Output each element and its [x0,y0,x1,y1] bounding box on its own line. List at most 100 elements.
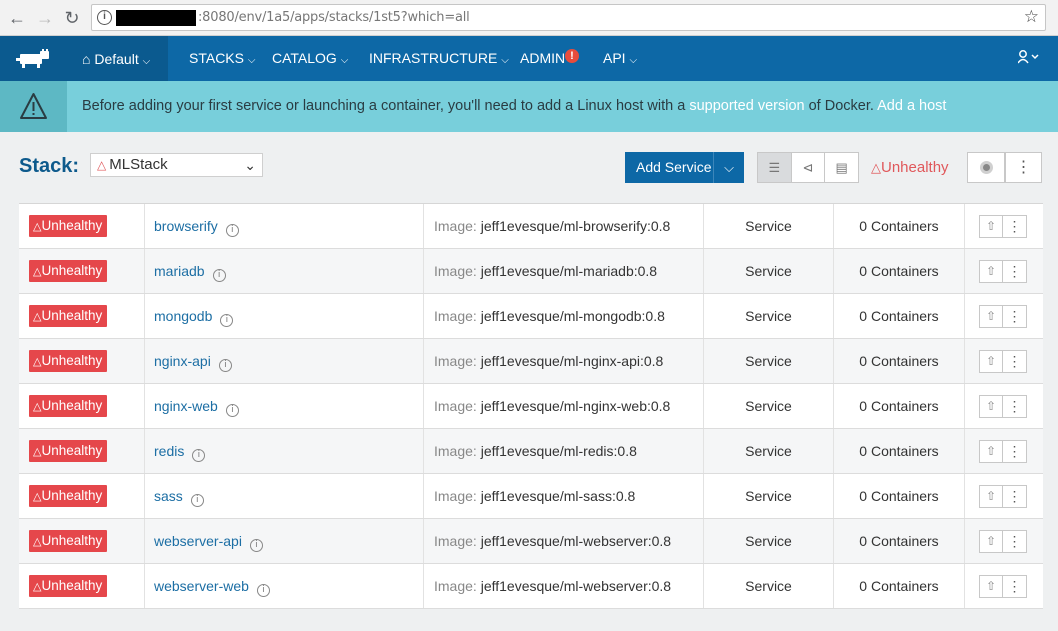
image-label: Image: [434,218,477,234]
service-name-link[interactable]: nginx-web [154,398,218,414]
service-name-link[interactable]: sass [154,488,183,504]
nav-admin-label: ADMIN [520,50,566,66]
service-name-link[interactable]: mongodb [154,308,212,324]
service-name-link[interactable]: webserver-api [154,533,242,549]
warning-icon: △ [97,158,107,172]
stop-stack-button[interactable] [967,152,1005,183]
environment-selector[interactable]: ⌂ Default ⌵ [68,36,168,81]
service-name-cell: browserify i [145,204,424,248]
nav-stacks[interactable]: STACKS ⌵ [189,36,255,81]
forward-icon[interactable]: → [34,7,56,29]
upgrade-icon[interactable]: ⇧ [979,395,1003,418]
info-icon[interactable]: i [225,224,239,237]
supported-version-link[interactable]: supported version [689,98,804,114]
more-vertical-icon[interactable]: ⋮ [1003,530,1027,553]
redacted-host [116,10,196,26]
status-cell: △Unhealthy [19,519,145,563]
add-service-button[interactable]: Add Service ⌵ [625,152,744,183]
stack-more-button[interactable]: ⋮ [1005,152,1042,183]
info-icon[interactable]: i [212,269,226,282]
info-icon[interactable]: i [192,449,206,462]
table-row: △Unhealthy nginx-web i Image: jeff1evesque/… [19,384,1043,429]
info-icon[interactable]: i [249,539,263,552]
address-bar[interactable]: i :8080/env/1a5/apps/stacks/1st5?which=a… [91,4,1046,31]
more-vertical-icon[interactable]: ⋮ [1003,215,1027,238]
more-vertical-icon[interactable]: ⋮ [1003,350,1027,373]
status-label: Unhealthy [41,398,103,413]
more-vertical-icon[interactable]: ⋮ [1003,395,1027,418]
image-cell: Image: jeff1evesque/ml-webserver:0.8 [424,564,704,608]
image-cell: Image: jeff1evesque/ml-browserify:0.8 [424,204,704,248]
upgrade-icon[interactable]: ⇧ [979,530,1003,553]
stack-name: MLStack [109,156,168,173]
graph-view-icon[interactable]: ⊲ [792,153,826,182]
upgrade-icon[interactable]: ⇧ [979,305,1003,328]
info-icon[interactable]: i [220,314,234,327]
site-info-icon[interactable]: i [97,10,112,25]
upgrade-icon[interactable]: ⇧ [979,485,1003,508]
status-badge: △Unhealthy [29,485,108,507]
image-cell: Image: jeff1evesque/ml-webserver:0.8 [424,519,704,563]
rancher-logo[interactable] [0,36,68,81]
add-service-dropdown-icon[interactable]: ⌵ [713,152,744,183]
service-name-link[interactable]: mariadb [154,263,205,279]
more-vertical-icon[interactable]: ⋮ [1003,485,1027,508]
status-cell: △Unhealthy [19,564,145,608]
nav-infrastructure-label: INFRASTRUCTURE [369,50,498,66]
upgrade-icon[interactable]: ⇧ [979,215,1003,238]
upgrade-icon[interactable]: ⇧ [979,350,1003,373]
image-cell: Image: jeff1evesque/ml-nginx-api:0.8 [424,339,704,383]
service-name-link[interactable]: nginx-api [154,353,211,369]
service-name-cell: redis i [145,429,424,473]
upgrade-icon[interactable]: ⇧ [979,260,1003,283]
nav-catalog[interactable]: CATALOG ⌵ [272,36,348,81]
service-name-cell: nginx-web i [145,384,424,428]
upgrade-icon[interactable]: ⇧ [979,575,1003,598]
table-row: △Unhealthy browserify i Image: jeff1evesque… [19,204,1043,249]
nav-infrastructure[interactable]: INFRASTRUCTURE ⌵ [369,36,509,81]
bookmark-star-icon[interactable]: ☆ [1024,7,1039,27]
image-cell: Image: jeff1evesque/ml-sass:0.8 [424,474,704,518]
status-label: Unhealthy [41,488,103,503]
image-cell: Image: jeff1evesque/ml-mariadb:0.8 [424,249,704,293]
info-icon[interactable]: i [218,359,232,372]
user-menu-icon[interactable] [1017,49,1040,68]
service-name-link[interactable]: webserver-web [154,578,249,594]
actions-cell: ⇧ ⋮ [965,564,1043,608]
actions-cell: ⇧ ⋮ [965,339,1043,383]
nav-admin[interactable]: ADMIN ! [520,36,580,81]
service-name-link[interactable]: browserify [154,218,218,234]
reload-icon[interactable]: ↻ [61,7,83,29]
more-vertical-icon[interactable]: ⋮ [1003,440,1027,463]
info-icon[interactable]: i [256,584,270,597]
banner-text-middle: of Docker. [804,98,878,114]
status-badge: △Unhealthy [29,260,108,282]
add-host-link[interactable]: Add a host [877,98,946,114]
actions-cell: ⇧ ⋮ [965,429,1043,473]
nav-catalog-label: CATALOG [272,50,337,66]
status-badge: △Unhealthy [29,440,108,462]
url-text[interactable]: :8080/env/1a5/apps/stacks/1st5?which=all [198,10,470,25]
more-vertical-icon[interactable]: ⋮ [1003,305,1027,328]
environment-label: Default [94,51,139,67]
more-vertical-icon[interactable]: ⋮ [1003,260,1027,283]
service-name-cell: mariadb i [145,249,424,293]
stack-selector[interactable]: △ MLStack ⌄ [90,153,263,177]
more-vertical-icon[interactable]: ⋮ [1003,575,1027,598]
image-value: jeff1evesque/ml-nginx-web:0.8 [480,398,671,414]
back-icon[interactable]: ← [6,7,28,29]
nav-api[interactable]: API ⌵ [603,36,637,81]
status-cell: △Unhealthy [19,339,145,383]
image-cell: Image: jeff1evesque/ml-redis:0.8 [424,429,704,473]
stack-status-label: Unhealthy [881,159,949,176]
chevron-down-icon: ⌄ [244,157,256,173]
list-view-icon[interactable]: ☰ [758,153,792,182]
service-name-link[interactable]: redis [154,443,184,459]
status-badge: △Unhealthy [29,350,108,372]
compose-file-icon[interactable]: ▤ [825,153,858,182]
upgrade-icon[interactable]: ⇧ [979,440,1003,463]
status-cell: △Unhealthy [19,249,145,293]
info-icon[interactable]: i [225,404,239,417]
stop-icon [980,161,993,174]
info-icon[interactable]: i [190,494,204,507]
